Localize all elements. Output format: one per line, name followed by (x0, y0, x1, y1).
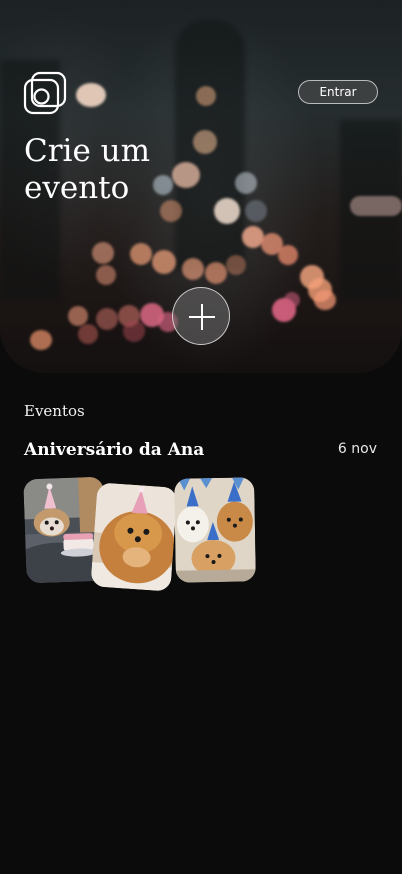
event-name: Aniversário da Ana (24, 440, 205, 460)
add-event-button[interactable] (172, 287, 230, 345)
event-date: 6 nov (337, 441, 377, 457)
plus-icon (189, 304, 215, 330)
event-card[interactable]: Aniversário da Ana 6 nov (0, 430, 402, 600)
event-photo (174, 477, 256, 583)
event-photo (90, 482, 178, 592)
login-button[interactable]: Entrar (298, 80, 378, 104)
hero-banner: Entrar Crie um evento (0, 0, 402, 373)
camera-frame-icon (23, 71, 67, 115)
section-title: Eventos (24, 402, 85, 420)
page-title: Crie um evento (24, 133, 151, 206)
